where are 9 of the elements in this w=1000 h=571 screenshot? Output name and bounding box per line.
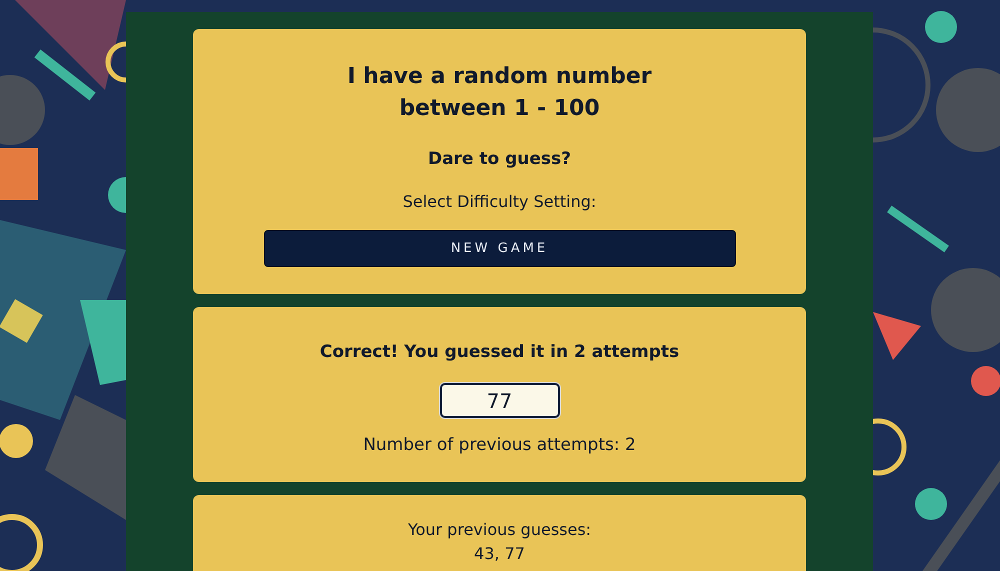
difficulty-label: Select Difficulty Setting: (402, 191, 596, 213)
intro-heading: I have a random number between 1 - 100 (346, 63, 653, 123)
attempts-count: Number of previous attempts: 2 (363, 434, 636, 456)
history-title: Your previous guesses: (408, 519, 592, 541)
guess-input[interactable]: 77 (440, 383, 560, 418)
previous-guesses: 43, 77 (474, 543, 525, 565)
result-message: Correct! You guessed it in 2 attempts (320, 341, 680, 364)
intro-subheading: Dare to guess? (428, 148, 572, 171)
new-game-button[interactable]: NEW GAME (264, 230, 736, 267)
